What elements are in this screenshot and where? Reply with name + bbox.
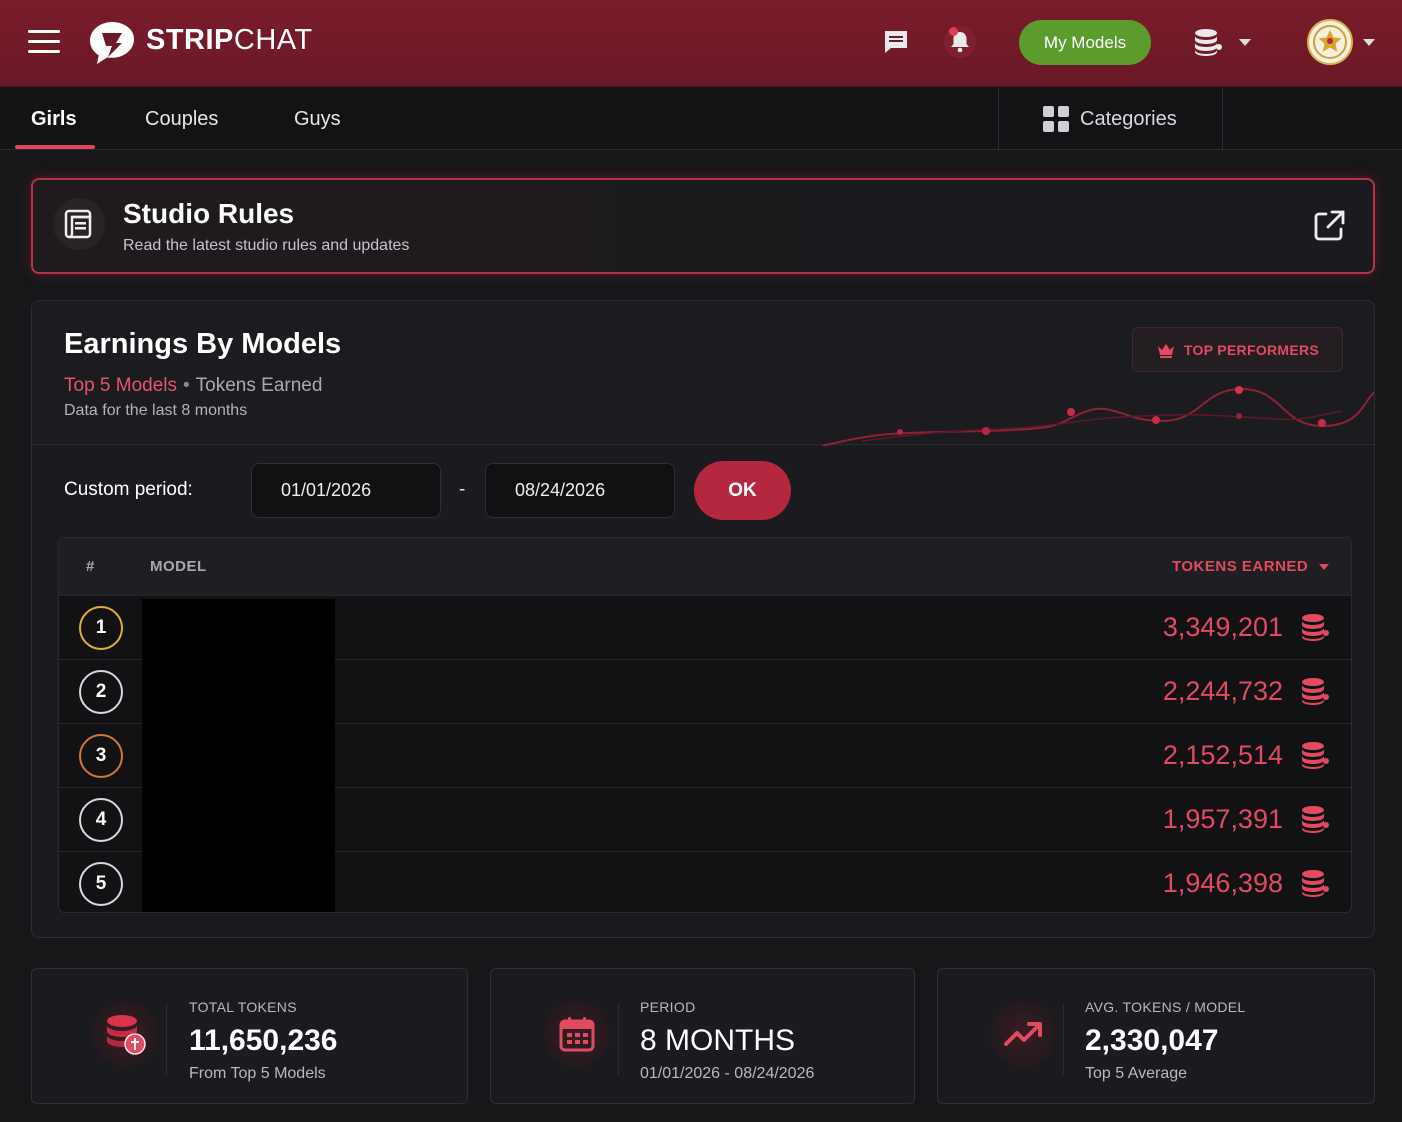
active-tab-indicator (15, 145, 95, 149)
table-header: # MODEL TOKENS EARNED (59, 538, 1351, 595)
top-header: STRIPCHAT My Models (0, 0, 1402, 87)
period-value: 8 MONTHS (640, 1024, 796, 1057)
scroll-icon (53, 198, 105, 250)
crown-icon (1157, 343, 1174, 358)
total-tokens-value: 11,650,236 (189, 1024, 338, 1057)
total-tokens-sub: From Top 5 Models (189, 1065, 326, 1082)
period-card: PERIOD 8 MONTHS 01/01/2026 - 08/24/2026 (490, 968, 915, 1104)
brand-name[interactable]: STRIPCHAT (146, 24, 313, 57)
brand-bold: STRIP (146, 24, 234, 56)
trending-up-icon (990, 1001, 1056, 1067)
separator-dot: • (183, 375, 190, 396)
rank-badge: 4 (79, 798, 123, 842)
messages-icon[interactable] (882, 28, 910, 56)
average-tokens-card: AVG. TOKENS / MODEL 2,330,047 Top 5 Aver… (937, 968, 1375, 1104)
tokens-value: 2,244,732 (1162, 676, 1283, 706)
external-link-icon[interactable] (1311, 208, 1347, 244)
column-tokens-earned[interactable]: TOKENS EARNED (1172, 558, 1308, 575)
studio-rules-banner[interactable]: Studio Rules Read the latest studio rule… (31, 178, 1375, 274)
tab-girls[interactable]: Girls (31, 88, 77, 150)
rank-badge: 3 (79, 734, 123, 778)
average-tokens-sub: Top 5 Average (1085, 1065, 1188, 1082)
profile-dropdown-caret-icon[interactable] (1363, 39, 1375, 46)
brand-rest: CHAT (233, 24, 313, 56)
top-performers-badge: TOP PERFORMERS (1132, 327, 1343, 372)
data-range-note: Data for the last 8 months (64, 402, 248, 419)
earnings-panel: Earnings By Models Top 5 Models • Tokens E… (31, 300, 1375, 938)
earnings-subtitle: Top 5 Models • Tokens Earned (64, 375, 322, 397)
studio-rules-subtitle: Read the latest studio rules and updates (123, 237, 410, 254)
earnings-table: # MODEL TOKENS EARNED 1 3,349,201 2 2,24… (58, 537, 1352, 913)
tokens-dropdown-caret-icon[interactable] (1239, 39, 1251, 46)
column-model: MODEL (150, 558, 207, 575)
coins-icon (1300, 805, 1330, 835)
tokens-earned-label: Tokens Earned (195, 375, 323, 396)
studio-rules-title: Studio Rules (123, 198, 295, 229)
rank-badge: 2 (79, 670, 123, 714)
star-badge-icon (1313, 25, 1347, 59)
logo-icon[interactable] (88, 20, 136, 66)
divider (618, 1003, 619, 1075)
tokens-value: 3,349,201 (1162, 612, 1283, 642)
tab-guys[interactable]: Guys (294, 88, 341, 150)
column-rank: # (86, 558, 95, 575)
average-tokens-value: 2,330,047 (1085, 1024, 1219, 1057)
rank-badge: 5 (79, 862, 123, 906)
redacted-model-names (142, 599, 335, 912)
period-label: PERIOD (640, 999, 696, 1015)
my-models-button[interactable]: My Models (1019, 20, 1151, 65)
categories-label: Categories (1080, 107, 1177, 130)
sort-caret-icon[interactable] (1319, 564, 1329, 570)
calendar-icon (544, 1001, 610, 1067)
earnings-header: Earnings By Models Top 5 Models • Tokens E… (32, 301, 1374, 446)
top-models-label: Top 5 Models (64, 375, 178, 396)
coins-icon (1300, 677, 1330, 707)
tokens-icon[interactable] (1192, 28, 1224, 56)
custom-period-label: Custom period: (64, 479, 193, 500)
average-tokens-label: AVG. TOKENS / MODEL (1085, 999, 1246, 1015)
coins-icon (1300, 613, 1330, 643)
grid-icon (1043, 106, 1069, 132)
categories-button[interactable]: Categories (1043, 88, 1177, 150)
date-from-input[interactable]: 01/01/2026 (251, 463, 441, 518)
date-to-input[interactable]: 08/24/2026 (485, 463, 675, 518)
tokens-value: 1,957,391 (1162, 804, 1283, 834)
period-range: 01/01/2026 - 08/24/2026 (640, 1065, 815, 1082)
coins-icon (1300, 869, 1330, 899)
ok-button[interactable]: OK (694, 461, 791, 520)
tokens-value: 2,152,514 (1162, 740, 1283, 770)
token-coins-icon (92, 1001, 158, 1067)
earnings-title: Earnings By Models (64, 328, 342, 360)
menu-icon[interactable] (28, 30, 60, 54)
divider (166, 1003, 167, 1075)
tab-couples[interactable]: Couples (145, 88, 218, 150)
category-tabs: Girls Couples Guys (0, 88, 1402, 150)
tokens-value: 1,946,398 (1162, 868, 1283, 898)
decorative-wave (822, 386, 1374, 446)
avatar[interactable] (1307, 19, 1353, 65)
total-tokens-label: TOTAL TOKENS (189, 999, 297, 1015)
coins-icon (1300, 741, 1330, 771)
divider (998, 88, 999, 150)
divider (1222, 88, 1223, 150)
date-separator: - (459, 479, 466, 500)
notification-dot (949, 27, 958, 36)
total-tokens-card: TOTAL TOKENS 11,650,236 From Top 5 Model… (31, 968, 468, 1104)
rank-badge: 1 (79, 606, 123, 650)
top-performers-label: TOP PERFORMERS (1183, 341, 1320, 358)
divider (1063, 1003, 1064, 1075)
